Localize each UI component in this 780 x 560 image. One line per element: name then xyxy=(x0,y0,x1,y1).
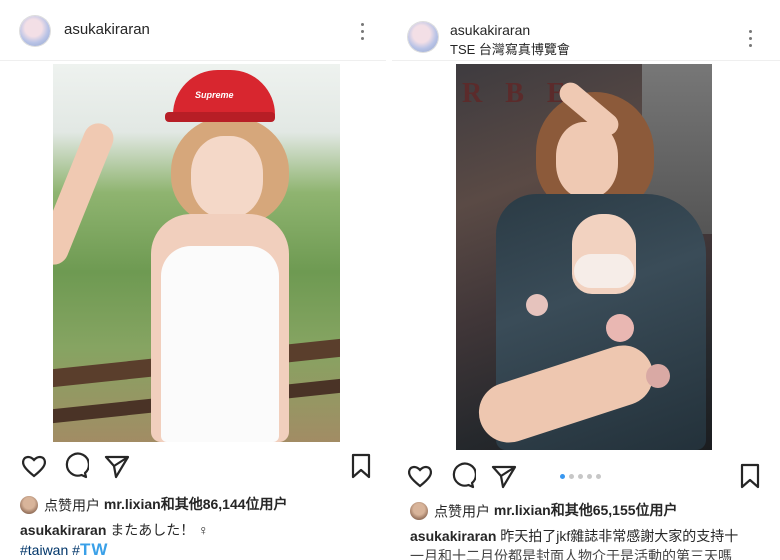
paper-plane-icon[interactable] xyxy=(103,452,131,480)
photo-bra xyxy=(574,254,634,288)
username[interactable]: asukakiraran xyxy=(450,22,530,38)
caption-text: 昨天拍了jkf雜誌非常感謝大家的支持十 xyxy=(500,528,739,544)
heart-icon[interactable] xyxy=(406,462,434,490)
post-left: asukakiraran Supreme 点赞用户 mr.lixian和其他86… xyxy=(0,0,386,560)
bookmark-icon[interactable] xyxy=(736,462,764,490)
photo-flower xyxy=(606,314,634,342)
more-dots-icon[interactable] xyxy=(747,30,753,48)
carousel-dot[interactable] xyxy=(560,474,565,479)
likes-suffix: 位用户 xyxy=(635,502,678,518)
likes-line[interactable]: 点赞用户 mr.lixian和其他65,155位用户 xyxy=(410,500,678,522)
carousel-dot[interactable] xyxy=(596,474,601,479)
likes-suffix: 位用户 xyxy=(245,496,288,512)
post-photo[interactable]: Supreme xyxy=(53,64,340,442)
location[interactable]: TSE 台灣寫真博覽會 xyxy=(450,39,570,58)
bookmark-icon[interactable] xyxy=(347,452,375,480)
carousel-indicator[interactable] xyxy=(560,474,620,482)
caption: asukakiraran またあした！ ♀ #taiwan #TW xyxy=(20,520,366,560)
avatar[interactable] xyxy=(408,22,438,52)
caption-username[interactable]: asukakiraran xyxy=(20,522,106,538)
photo-cap-logo: Supreme xyxy=(195,90,234,100)
photo-arm xyxy=(53,118,119,270)
comment-icon[interactable] xyxy=(61,452,89,480)
carousel-dot[interactable] xyxy=(587,474,592,479)
caption-text-line2: 一月和十二月份都是封面人物介于是活動的第三天嗎 xyxy=(410,548,732,560)
photo-swimsuit xyxy=(161,246,279,442)
username[interactable]: asukakiraran xyxy=(64,21,150,38)
action-bar xyxy=(0,452,386,488)
caption: asukakiraran 昨天拍了jkf雜誌非常感謝大家的支持十 一月和十二月份… xyxy=(410,526,772,560)
photo-flower xyxy=(646,364,670,388)
post-header: asukakiraran xyxy=(0,0,386,61)
avatar[interactable] xyxy=(20,16,50,46)
caption-text: またあした！ ♀ xyxy=(110,522,209,538)
liker-avatar xyxy=(20,496,38,515)
likes-count: 86,144 xyxy=(202,496,246,512)
likes-user[interactable]: mr.lixian xyxy=(104,496,161,512)
carousel-dot[interactable] xyxy=(578,474,583,479)
comment-icon[interactable] xyxy=(448,462,476,490)
caption-username[interactable]: asukakiraran xyxy=(410,528,496,544)
post-header: asukakiraran TSE 台灣寫真博覽會 xyxy=(392,0,780,61)
hashtag-tw[interactable]: TW xyxy=(80,540,108,559)
post-right: asukakiraran TSE 台灣寫真博覽會 R B E 点赞用户 mr.l… xyxy=(392,0,780,560)
likes-count: 65,155 xyxy=(592,502,636,518)
heart-icon[interactable] xyxy=(20,452,48,480)
likes-and-others: 和其他 xyxy=(160,496,203,512)
likes-label: 点赞用户 xyxy=(44,497,100,514)
liker-avatar xyxy=(410,502,428,521)
photo-face xyxy=(191,136,263,218)
action-bar xyxy=(392,460,780,496)
post-photo[interactable]: R B E xyxy=(456,64,712,450)
hashtag[interactable]: #taiwan # xyxy=(20,542,80,558)
more-dots-icon[interactable] xyxy=(359,23,365,41)
likes-line[interactable]: 点赞用户 mr.lixian和其他86,144位用户 xyxy=(20,494,288,516)
photo-cap-brim xyxy=(165,112,275,122)
likes-label: 点赞用户 xyxy=(434,503,490,520)
likes-user[interactable]: mr.lixian xyxy=(494,502,551,518)
photo-flower xyxy=(526,294,548,316)
likes-and-others: 和其他 xyxy=(550,502,593,518)
paper-plane-icon[interactable] xyxy=(490,462,518,490)
carousel-dot[interactable] xyxy=(569,474,574,479)
